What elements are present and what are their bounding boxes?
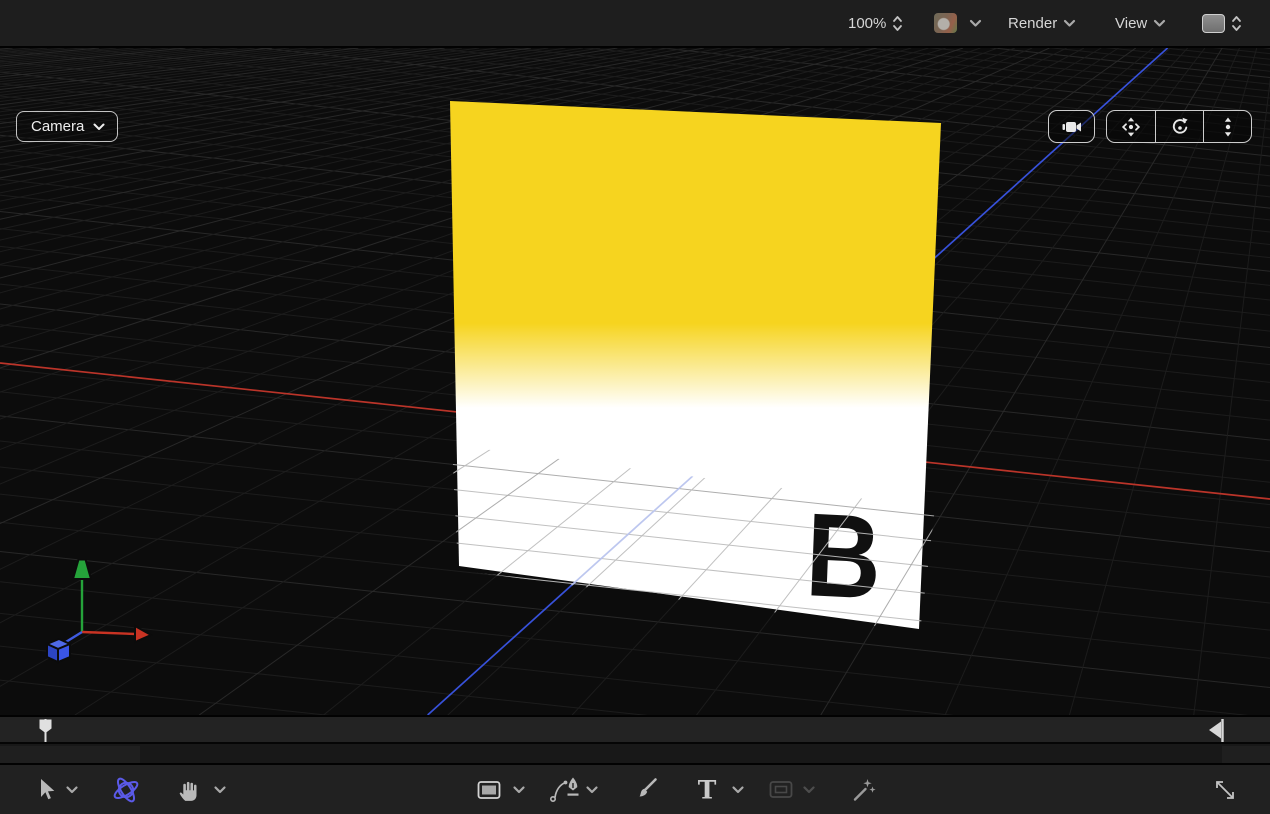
play-range-end-icon[interactable] [1206, 718, 1226, 743]
timeline-scrollbar[interactable] [0, 742, 1270, 763]
scrollbar-right-segment[interactable] [1222, 746, 1270, 763]
text-tool-button[interactable]: T [698, 777, 717, 802]
select-icon [33, 777, 57, 803]
pan-view-icon [1119, 115, 1143, 139]
camera-menu-button[interactable]: Camera [16, 111, 118, 142]
pan-hand-icon [177, 777, 203, 803]
select-tool-dropdown[interactable] [66, 785, 79, 794]
motion-canvas-window: 100% Render View B [0, 0, 1270, 814]
mask-tool-dropdown[interactable] [803, 785, 816, 794]
rectangle-tool-button[interactable] [476, 778, 502, 802]
orbit-view-icon [1168, 115, 1192, 139]
channels-menu[interactable] [934, 0, 982, 46]
render-menu[interactable]: Render [1008, 0, 1076, 46]
camera-menu-label: Camera [31, 118, 84, 135]
bezier-pen-icon [549, 776, 583, 804]
canvas-toolbar: T [0, 763, 1270, 814]
stepper-icon[interactable] [1231, 15, 1242, 32]
orbit-view-button[interactable] [1155, 111, 1203, 142]
pan-hand-tool-dropdown[interactable] [214, 785, 227, 794]
view-menu[interactable]: View [1115, 0, 1166, 46]
rectangle-icon [476, 778, 502, 802]
text-tool-glyph: T [698, 777, 717, 802]
chevron-down-icon [1063, 19, 1076, 28]
mask-tool-button[interactable] [768, 779, 794, 801]
text-tool-dropdown[interactable] [732, 785, 745, 794]
gizmo-y-axis [73, 560, 91, 633]
scrollbar-left-segment[interactable] [0, 746, 140, 763]
chevron-down-icon [969, 19, 982, 28]
camera-move-button-group [1106, 110, 1252, 143]
gizmo-z-axis [47, 632, 82, 662]
display-option-control[interactable] [1202, 0, 1242, 46]
pan-view-button[interactable] [1107, 111, 1155, 142]
stepper-icon[interactable] [892, 15, 903, 32]
color-swatch-icon [934, 13, 957, 33]
transform-3d-icon [111, 775, 141, 805]
dolly-view-button[interactable] [1203, 111, 1251, 142]
adjustments-icon [851, 777, 877, 803]
adjustments-tool-button[interactable] [851, 777, 877, 803]
select-tool-button[interactable] [33, 777, 57, 803]
view-menu-label: View [1115, 15, 1147, 32]
camera-view-icon [1060, 115, 1084, 139]
resize-canvas-handle[interactable] [1212, 777, 1238, 803]
bezier-pen-tool-dropdown[interactable] [586, 785, 599, 794]
zoom-level-control[interactable]: 100% [848, 0, 903, 46]
grid-3d-foreground [0, 48, 1270, 715]
resize-diagonal-icon [1212, 777, 1238, 803]
world-axes-gizmo [30, 545, 160, 665]
display-chip-icon [1202, 14, 1225, 33]
play-range-start-icon[interactable] [33, 718, 55, 743]
transform-3d-tool-button[interactable] [111, 775, 141, 805]
paint-stroke-tool-button[interactable] [631, 776, 659, 804]
pan-hand-tool-button[interactable] [177, 777, 203, 803]
mini-timeline[interactable] [0, 715, 1270, 742]
canvas-top-toolbar: 100% Render View [0, 0, 1270, 48]
zoom-level-value: 100% [848, 15, 886, 32]
canvas-3d-viewport[interactable]: B Camera [0, 48, 1270, 715]
bezier-pen-tool-button[interactable] [549, 776, 583, 804]
rectangle-tool-dropdown[interactable] [513, 785, 526, 794]
chevron-down-icon [1153, 19, 1166, 28]
gizmo-x-axis [82, 626, 151, 642]
paint-stroke-icon [631, 776, 659, 804]
render-menu-label: Render [1008, 15, 1057, 32]
mask-icon [768, 779, 794, 801]
camera-view-button[interactable] [1048, 110, 1095, 143]
view-control-buttons [1048, 110, 1252, 143]
chevron-down-icon [93, 123, 105, 131]
dolly-view-icon [1216, 115, 1240, 139]
